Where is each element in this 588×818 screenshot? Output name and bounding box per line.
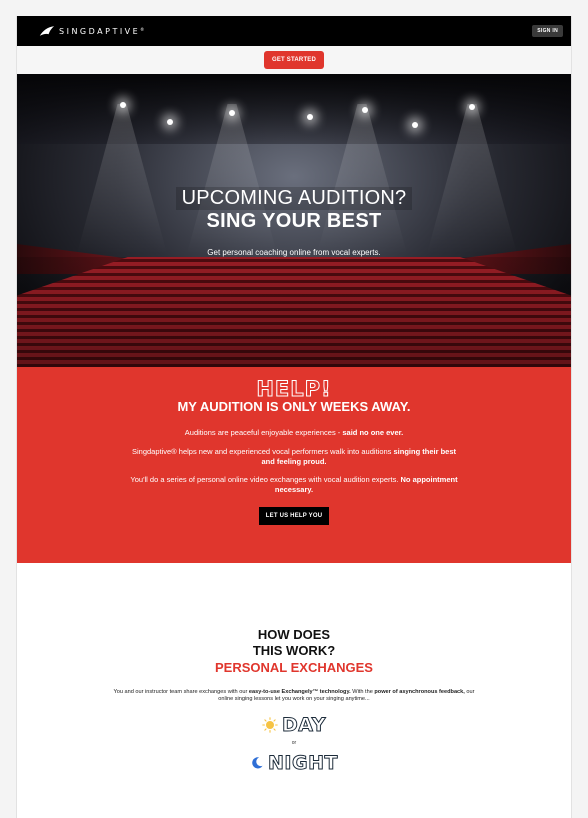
help-title: MY AUDITION IS ONLY WEEKS AWAY. xyxy=(177,399,411,414)
how-title-line1: HOW DOES xyxy=(257,627,331,642)
help-paragraph-2: Singdaptive® helps new and experienced v… xyxy=(131,446,457,466)
logo-wordmark: SINGDAPTIVE® xyxy=(59,26,147,36)
night-label: NIGHT xyxy=(268,752,338,775)
theater-ceiling xyxy=(17,74,571,144)
sign-in-button[interactable]: SIGN IN xyxy=(532,25,563,37)
bird-logo-icon xyxy=(39,26,55,36)
spotlight xyxy=(362,107,368,113)
spotlight xyxy=(412,122,418,128)
how-it-works-section: HOW DOES THIS WORK? PERSONAL EXCHANGES Y… xyxy=(17,563,571,775)
get-started-button[interactable]: GET STARTED xyxy=(263,51,325,69)
spotlight xyxy=(229,110,235,116)
singdaptive-logo[interactable]: SINGDAPTIVE® xyxy=(39,25,147,37)
help-paragraph-3: You'll do a series of personal online vi… xyxy=(130,475,458,494)
landing-page: SINGDAPTIVE® SIGN IN GET STARTED UPCOMIN… xyxy=(16,16,572,818)
hero-subtitle: Get personal coaching online from vocal … xyxy=(207,248,381,257)
seats-shadow xyxy=(17,257,571,367)
how-subtitle: PERSONAL EXCHANGES xyxy=(215,659,373,675)
help-badge: HELP! xyxy=(256,377,332,402)
spotlight xyxy=(120,102,126,108)
or-label: or xyxy=(291,740,297,747)
spotlight xyxy=(469,104,475,110)
day-row: DAY xyxy=(17,714,571,737)
spotlight xyxy=(167,119,173,125)
how-paragraph: You and our instructor team share exchan… xyxy=(113,688,475,703)
hero-text-block: UPCOMING AUDITION? SING YOUR BEST Get pe… xyxy=(17,187,571,257)
get-started-strip: GET STARTED xyxy=(17,46,571,74)
hero-headline: UPCOMING AUDITION? xyxy=(175,187,413,210)
let-us-help-button[interactable]: LET US HELP YOU xyxy=(258,506,330,525)
top-nav-bar: SINGDAPTIVE® SIGN IN xyxy=(17,16,571,46)
day-label: DAY xyxy=(282,714,326,737)
night-row: NIGHT xyxy=(17,752,571,775)
help-paragraph-1: Auditions are peaceful enjoyable experie… xyxy=(184,428,404,437)
how-title-line2: THIS WORK? xyxy=(252,643,336,659)
sun-icon xyxy=(262,717,278,733)
hero-headline-bold: SING YOUR BEST xyxy=(206,210,382,232)
hero-banner: UPCOMING AUDITION? SING YOUR BEST Get pe… xyxy=(17,74,571,367)
moon-icon xyxy=(252,757,263,769)
help-section: HELP! MY AUDITION IS ONLY WEEKS AWAY. Au… xyxy=(17,367,571,563)
spotlight xyxy=(307,114,313,120)
